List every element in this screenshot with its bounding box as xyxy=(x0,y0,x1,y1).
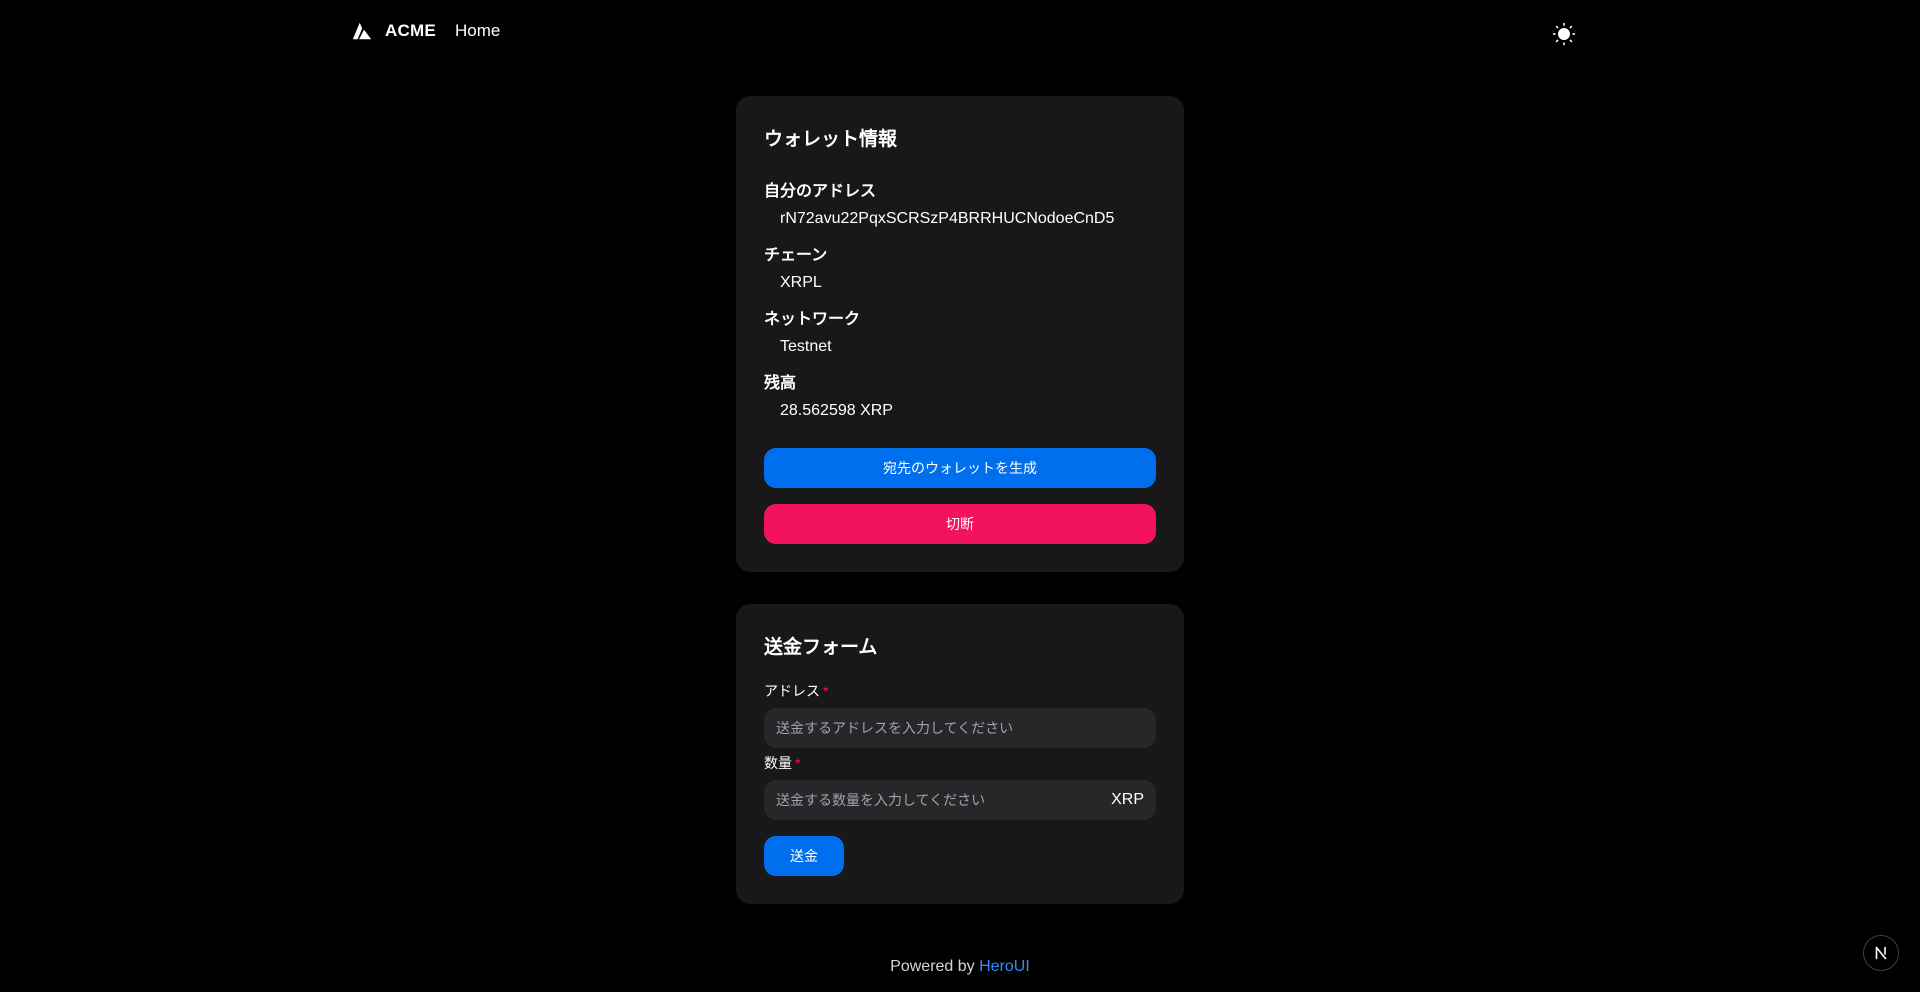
send-amount-field[interactable]: XRP xyxy=(764,780,1156,820)
generate-wallet-button[interactable]: 宛先のウォレットを生成 xyxy=(764,448,1156,488)
heroui-link[interactable]: HeroUI xyxy=(979,958,1030,975)
brand[interactable]: ACME xyxy=(351,20,436,42)
acme-logo-icon xyxy=(352,22,372,40)
send-form-card: 送金フォーム アドレス* 数量* XRP 送金 xyxy=(736,604,1184,904)
send-amount-label-text: 数量 xyxy=(764,755,792,771)
network-label: ネットワーク xyxy=(764,311,861,328)
send-address-field[interactable] xyxy=(764,708,1156,748)
required-mark: * xyxy=(795,755,801,771)
network-value: Testnet xyxy=(780,338,832,355)
send-address-input[interactable] xyxy=(776,720,1144,736)
send-address-label: アドレス * xyxy=(764,681,828,701)
send-amount-label: 数量 * xyxy=(764,753,800,773)
wallet-info-card: ウォレット情報 自分のアドレス rN72avu22PqxSCRSzP4BRRHU… xyxy=(736,96,1184,572)
disconnect-button[interactable]: 切断 xyxy=(764,504,1156,544)
balance-value: 28.562598 XRP xyxy=(780,402,893,419)
footer-prefix: Powered by xyxy=(890,958,975,975)
send-card-title: 送金フォーム xyxy=(764,637,878,658)
amount-unit: XRP xyxy=(1111,791,1144,808)
balance-label: 残高 xyxy=(764,375,797,392)
chain-label: チェーン xyxy=(764,247,828,264)
theme-toggle-button[interactable] xyxy=(1550,20,1578,48)
wallet-card-title: ウォレット情報 xyxy=(764,129,898,150)
address-label: 自分のアドレス xyxy=(764,183,877,200)
send-button[interactable]: 送金 xyxy=(764,836,844,876)
send-address-label-text: アドレス xyxy=(764,683,820,699)
send-amount-input[interactable] xyxy=(776,792,1104,808)
required-mark: * xyxy=(823,683,829,699)
nextjs-logo-icon xyxy=(1875,946,1887,960)
sun-icon xyxy=(1552,22,1576,46)
address-value: rN72avu22PqxSCRSzP4BRRHUCNodoeCnD5 xyxy=(780,210,1115,227)
nextjs-dev-badge[interactable] xyxy=(1863,935,1899,971)
footer: Powered by HeroUI xyxy=(0,958,1920,976)
nav-home-link[interactable]: Home xyxy=(455,21,500,41)
chain-value: XRPL xyxy=(780,274,822,291)
brand-name: ACME xyxy=(385,21,436,40)
navbar: ACME Home xyxy=(0,0,1920,64)
